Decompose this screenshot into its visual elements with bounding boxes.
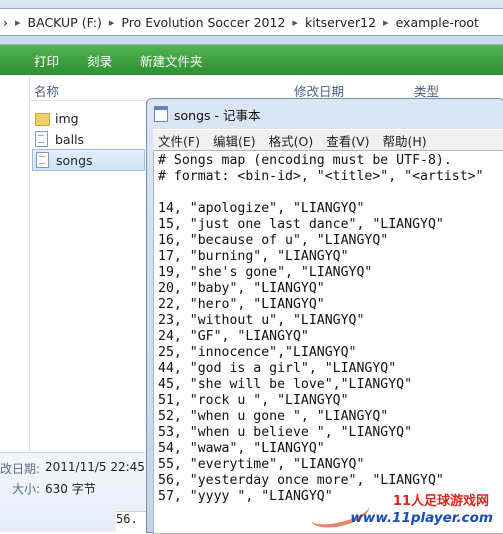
notepad-line: 23, "without u", "LIANGYQ" — [158, 313, 365, 328]
notepad-line: # format: <bin-id>, "<title>", "<artist>… — [158, 169, 484, 184]
watermark: 11人足球游戏网 www.11player.com — [307, 490, 503, 533]
notepad-text-area[interactable]: # Songs map (encoding must be UTF-8). # f… — [153, 150, 503, 534]
modified-label: 改日期: — [0, 462, 41, 476]
notepad-line: 55, "everytime", "LIANGYQ" — [158, 457, 365, 472]
notepad-line: 16, "because of u", "LIANGYQ" — [158, 233, 389, 248]
chevron-right-icon[interactable]: ▸ — [106, 16, 118, 29]
notepad-menu-bar: 文件(F) 编辑(E) 格式(O) 查看(V) 帮助(H) — [153, 129, 503, 150]
notepad-title-bar[interactable]: songs - 记事本 — [154, 103, 261, 125]
notepad-icon — [154, 106, 168, 122]
notepad-line: 14, "apologize", "LIANGYQ" — [158, 201, 365, 216]
notepad-line: 15, "just one last dance", "LIANGYQ" — [158, 217, 444, 232]
menu-edit[interactable]: 编辑(E) — [208, 131, 261, 150]
file-name: songs — [56, 152, 93, 168]
background-text-peek: 56. — [116, 511, 146, 532]
notepad-line: 19, "she's gone", "LIANGYQ" — [158, 265, 373, 280]
watermark-url: www.11player.com — [350, 510, 493, 526]
menu-file[interactable]: 文件(F) — [153, 131, 205, 150]
notepad-line: 20, "baby", "LIANGYQ" — [158, 281, 325, 296]
notepad-title: songs - 记事本 — [174, 107, 261, 123]
notepad-line — [158, 185, 484, 201]
notepad-line: 44, "god is a girl", "LIANGYQ" — [158, 361, 397, 376]
chevron-right-icon[interactable]: ▸ — [380, 16, 392, 29]
file-item-songs[interactable]: songs — [32, 149, 145, 171]
notepad-line: 25, "innocence","LIANGYQ" — [158, 345, 357, 360]
notepad-line: # Songs map (encoding must be UTF-8). — [158, 153, 452, 168]
document-icon — [35, 131, 49, 147]
address-bar-area: › ▸ BACKUP (F:) ▸ Pro Evolution Soccer 2… — [0, 0, 503, 45]
breadcrumb-drive[interactable]: BACKUP (F:) — [24, 15, 106, 30]
chevron-right-icon[interactable]: ▸ — [12, 16, 24, 29]
notepad-line: 52, "when u gone ", "LIANGYQ" — [158, 409, 389, 424]
file-item-img[interactable]: img — [32, 108, 145, 128]
notepad-line: 45, "she will be love","LIANGYQ" — [158, 377, 413, 392]
explorer-toolbar: 打印 刻录 新建文件夹 — [0, 45, 503, 75]
menu-view[interactable]: 查看(V) — [321, 131, 374, 150]
column-name[interactable]: 名称 — [34, 81, 59, 100]
file-item-balls[interactable]: balls — [32, 129, 145, 149]
document-icon — [36, 152, 50, 168]
notepad-window: songs - 记事本 文件(F) 编辑(E) 格式(O) 查看(V) 帮助(H… — [146, 98, 503, 534]
address-bar[interactable]: › ▸ BACKUP (F:) ▸ Pro Evolution Soccer 2… — [0, 8, 503, 36]
print-button[interactable]: 打印 — [0, 51, 73, 70]
notepad-line: 24, "GF", "LIANGYQ" — [158, 329, 309, 344]
notepad-line: 51, "rock u ", "LIANGYQ" — [158, 393, 349, 408]
folder-icon — [35, 110, 50, 126]
notepad-line: 54, "wawa", "LIANGYQ" — [158, 441, 325, 456]
size-label: 大小: — [12, 482, 41, 496]
notepad-line: 22, "hero", "LIANGYQ" — [158, 297, 325, 312]
notepad-content: # Songs map (encoding must be UTF-8). # f… — [158, 153, 484, 505]
menu-help[interactable]: 帮助(H) — [378, 131, 432, 150]
notepad-line: 56, "yesterday once more", "LIANGYQ" — [158, 473, 444, 488]
notepad-line: 53, "when u believe ", "LIANGYQ" — [158, 425, 413, 440]
file-name: balls — [55, 131, 85, 147]
breadcrumb-kitserver[interactable]: kitserver12 — [301, 15, 380, 30]
burn-button[interactable]: 刻录 — [73, 51, 126, 70]
menu-format[interactable]: 格式(O) — [264, 131, 319, 150]
chevron-right-icon[interactable]: ▸ — [289, 16, 301, 29]
breadcrumb-pes2012[interactable]: Pro Evolution Soccer 2012 — [117, 15, 289, 30]
size-value: 630 字节 — [45, 482, 96, 496]
nav-glyph: › — [3, 14, 8, 30]
file-name: img — [55, 110, 79, 126]
breadcrumb-example-root[interactable]: example-root — [392, 15, 483, 30]
modified-value: 2011/11/5 22:45 — [45, 460, 145, 474]
watermark-title: 11人足球游戏网 — [392, 494, 489, 509]
notepad-line: 17, "burning", "LIANGYQ" — [158, 249, 349, 264]
new-folder-button[interactable]: 新建文件夹 — [126, 51, 217, 70]
